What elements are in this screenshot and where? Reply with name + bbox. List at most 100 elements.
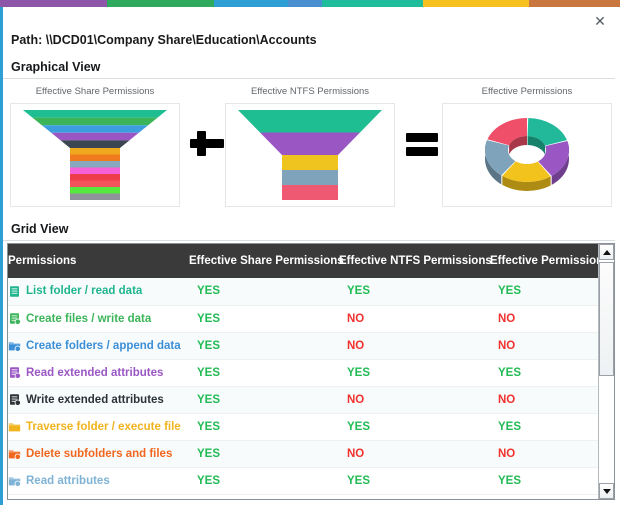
cell-effective-ntfs: YES: [339, 278, 490, 306]
cell-permission-name: List folder / read data: [8, 278, 189, 306]
chart-box-ntfs-funnel: [225, 103, 395, 207]
permission-label: Create files / write data: [26, 312, 152, 325]
path-text: Path: \\DCD01\Company Share\Education\Ac…: [11, 32, 317, 47]
cell-effective: YES: [490, 467, 614, 495]
table-row[interactable]: Read extended attributes YES YES YES: [8, 359, 614, 387]
col-effective-ntfs[interactable]: Effective NTFS Permissions: [339, 244, 492, 278]
status-badge: YES: [197, 420, 221, 433]
add-folder-icon: [8, 342, 21, 352]
cell-permission-name: Create folders / append data: [8, 332, 189, 360]
chevron-up-icon: [602, 249, 611, 255]
funnel-chart-share: [23, 110, 167, 200]
status-badge: NO: [347, 393, 365, 406]
accent-segment-yellow: [423, 0, 529, 7]
cell-effective-share: YES: [189, 278, 339, 306]
donut-chart-effective: [485, 118, 569, 191]
cell-effective-share: YES: [189, 386, 339, 414]
status-badge: YES: [197, 447, 221, 460]
equals-operator-icon: [401, 121, 445, 165]
path-row: Path: \\DCD01\Company Share\Education\Ac…: [3, 29, 620, 50]
cell-permission-name: Delete subfolders and files: [8, 440, 189, 468]
status-badge: YES: [197, 339, 221, 352]
panel-effective-share-permissions: Effective Share Permissions: [10, 83, 180, 213]
status-badge: NO: [347, 339, 365, 352]
panel-title-ntfs: Effective NTFS Permissions: [250, 86, 370, 97]
cell-effective-ntfs: YES: [339, 467, 490, 495]
scrollbar-thumb[interactable]: [599, 262, 614, 376]
cell-effective-ntfs: NO: [339, 386, 490, 414]
table-row[interactable]: Traverse folder / execute file YES YES YES: [8, 413, 614, 441]
status-badge: NO: [347, 447, 365, 460]
funnel-segment: [282, 170, 338, 185]
status-badge: YES: [498, 474, 522, 487]
scroll-up-button[interactable]: [599, 244, 614, 260]
table-row[interactable]: Delete subfolders and files YES NO NO: [8, 440, 614, 468]
accent-segment-blue: [214, 0, 288, 7]
funnel-segment: [282, 155, 338, 170]
status-badge: YES: [347, 474, 371, 487]
funnel-segment: [70, 174, 120, 181]
grid-view-header: Grid View: [3, 220, 615, 241]
accent-segment-teal: [322, 0, 423, 7]
funnel-segment: [70, 148, 120, 155]
col-effective[interactable]: Effective Permissions: [490, 244, 614, 278]
status-badge: YES: [197, 312, 221, 325]
cell-permission-name: Write extended attributes: [8, 386, 189, 414]
add-file-icon: [10, 313, 21, 325]
funnel-segment: [70, 154, 120, 161]
funnel-segment: [23, 110, 167, 118]
permission-label: Delete subfolders and files: [26, 447, 173, 460]
funnel-segment: [238, 110, 382, 133]
table-row[interactable]: Create folders / append data YES NO NO: [8, 332, 614, 360]
funnel-segment: [282, 185, 338, 200]
table-row[interactable]: List folder / read data YES YES YES: [8, 278, 614, 306]
status-badge: YES: [197, 285, 221, 298]
status-badge: YES: [347, 420, 371, 433]
table-row[interactable]: Write extended attributes YES NO NO: [8, 386, 614, 414]
accent-segment-orange-brown: [529, 0, 620, 7]
funnel-segment: [60, 140, 130, 148]
panel-title-effective: Effective Permissions: [481, 86, 573, 97]
funnel-segment: [70, 187, 120, 194]
cell-effective-share: YES: [189, 305, 339, 333]
cell-permission-name: Create files / write data: [8, 305, 189, 333]
funnel-segment: [70, 180, 120, 187]
cell-permission-name: Read extended attributes: [8, 359, 189, 387]
close-icon[interactable]: ✕: [590, 12, 610, 30]
funnel-segment: [70, 193, 120, 200]
funnel-chart-ntfs: [238, 110, 382, 200]
delete-folder-icon: [8, 450, 21, 460]
permission-label: Traverse folder / execute file: [26, 420, 181, 433]
permission-label: Write extended attributes: [26, 393, 164, 406]
status-badge: YES: [347, 366, 371, 379]
permissions-table: Permissions Effective Share Permissions …: [8, 244, 614, 495]
table-row[interactable]: Read attributes YES YES YES: [8, 467, 614, 495]
chart-box-effective-donut: [442, 103, 612, 207]
accent-segment-green: [107, 0, 214, 7]
vertical-scrollbar[interactable]: [598, 244, 614, 499]
cell-effective-ntfs: YES: [339, 413, 490, 441]
document-icon: [10, 285, 19, 297]
scroll-down-button[interactable]: [599, 483, 614, 499]
funnel-segment: [70, 167, 120, 174]
col-effective-share[interactable]: Effective Share Permissions: [189, 244, 344, 278]
cell-effective: NO: [490, 386, 614, 414]
scrollbar-track[interactable]: [599, 260, 614, 483]
cell-effective: YES: [490, 278, 614, 306]
plus-operator-icon: [185, 121, 229, 165]
funnel-segment: [260, 132, 360, 155]
cell-effective-ntfs: NO: [339, 305, 490, 333]
title-bar: ✕: [3, 7, 620, 29]
panel-title-share: Effective Share Permissions: [35, 86, 155, 97]
table-header: Permissions Effective Share Permissions …: [8, 244, 614, 278]
folder-icon: [8, 423, 21, 432]
permission-label: Read attributes: [26, 474, 110, 487]
funnel-segment: [51, 132, 139, 141]
col-permissions[interactable]: Permissions: [8, 244, 189, 278]
status-badge: YES: [197, 393, 221, 406]
permission-label: Create folders / append data: [26, 339, 181, 352]
graphical-view-header: Graphical View: [3, 58, 615, 79]
cell-permission-name: Read attributes: [8, 467, 189, 495]
table-row[interactable]: Create files / write data YES NO NO: [8, 305, 614, 333]
permissions-grid: Permissions Effective Share Permissions …: [7, 243, 615, 500]
